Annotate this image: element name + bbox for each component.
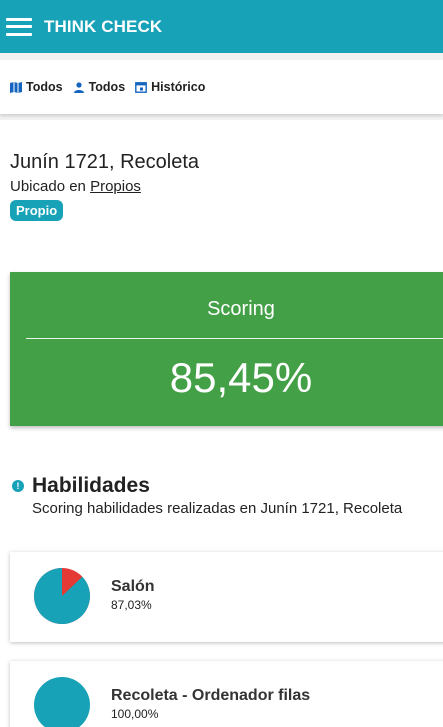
located-prefix: Ubicado en <box>10 178 86 195</box>
location-info: Ubicado en Propios <box>10 178 141 195</box>
skills-title: Habilidades <box>32 474 150 497</box>
filter-user-label: Todos <box>88 80 126 94</box>
app-header: THINK CHECK <box>0 0 443 53</box>
skill-card[interactable]: Salón 87,03% <box>10 552 443 642</box>
skill-percent: 87,03% <box>111 598 152 612</box>
pie-chart-icon <box>34 568 90 624</box>
scoring-label: Scoring <box>207 298 275 320</box>
skills-header: ! Habilidades <box>12 474 150 498</box>
menu-icon[interactable] <box>6 17 32 36</box>
skill-percent: 100,00% <box>111 707 159 721</box>
scoring-value: 85,45% <box>169 354 313 401</box>
pie-slice-achieved <box>34 677 90 727</box>
located-link[interactable]: Propios <box>90 178 141 195</box>
status-badge: Propio <box>10 200 64 221</box>
scoring-card: Scoring 85,45% <box>10 272 443 426</box>
skills-subtitle: Scoring habilidades realizadas en Junín … <box>32 500 403 517</box>
pie-chart-icon <box>34 677 90 727</box>
map-icon <box>10 81 22 93</box>
skill-card[interactable]: Recoleta - Ordenador filas 100,00% <box>10 661 443 727</box>
filter-user[interactable]: Todos <box>73 80 126 94</box>
filter-location-label: Todos <box>26 80 63 94</box>
person-icon <box>73 81 84 93</box>
main-content: Junín 1721, Recoleta Ubicado en Propios … <box>0 120 443 727</box>
filter-bar: Todos Todos Histórico <box>0 60 443 114</box>
skill-name: Recoleta - Ordenador filas <box>111 687 311 704</box>
filter-location[interactable]: Todos <box>10 80 63 94</box>
filter-history[interactable]: Histórico <box>135 80 205 94</box>
info-badge-icon: ! <box>12 480 24 492</box>
location-title: Junín 1721, Recoleta <box>10 151 200 173</box>
filter-history-label: Histórico <box>151 80 206 94</box>
app-title: THINK CHECK <box>44 16 163 36</box>
skill-name: Salón <box>111 578 155 595</box>
scoring-divider <box>26 338 443 339</box>
calendar-icon <box>135 82 148 93</box>
